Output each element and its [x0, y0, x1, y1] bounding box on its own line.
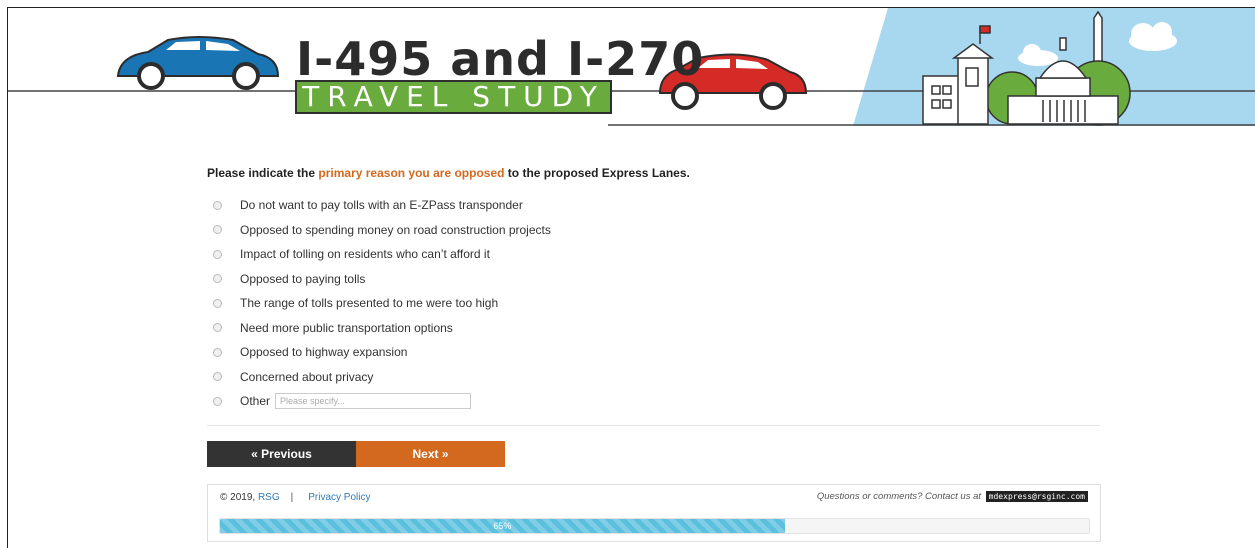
question-prefix: Please indicate the — [207, 166, 319, 180]
radio-button[interactable] — [213, 323, 222, 333]
question-suffix: to the proposed Express Lanes. — [504, 166, 690, 180]
option-label: Opposed to spending money on road constr… — [240, 222, 551, 237]
page-frame: I-495 and I-270 TRAVEL STUDY Please indi… — [7, 7, 1255, 548]
contact-email[interactable]: mdexpress@rsginc.com — [985, 491, 1088, 502]
option-row[interactable]: Impact of tolling on residents who can’t… — [213, 242, 551, 267]
other-label: Other — [240, 394, 271, 409]
study-subtitle: TRAVEL STUDY — [295, 80, 612, 114]
privacy-policy-link[interactable]: Privacy Policy — [308, 492, 370, 503]
question-text: Please indicate the primary reason you a… — [207, 166, 690, 180]
progress-bar-fill: 65% — [220, 519, 785, 533]
option-row[interactable]: Concerned about privacy — [213, 365, 551, 390]
footer-left: © 2019, RSG | Privacy Policy — [220, 492, 370, 503]
option-label: Impact of tolling on residents who can’t… — [240, 247, 490, 262]
radio-button[interactable] — [213, 372, 222, 382]
other-specify-input[interactable] — [275, 393, 472, 410]
footer: © 2019, RSG | Privacy Policy Questions or … — [207, 484, 1101, 542]
option-row-other[interactable]: Other — [213, 389, 551, 414]
option-label: The range of tolls presented to me were … — [240, 296, 499, 311]
answer-options: Do not want to pay tolls with an E-ZPass… — [213, 193, 551, 414]
option-row[interactable]: The range of tolls presented to me were … — [213, 291, 551, 316]
study-title: I-495 and I-270 — [296, 32, 705, 86]
rsg-link[interactable]: RSG — [258, 492, 280, 503]
next-button[interactable]: Next » — [356, 441, 505, 467]
question-highlight: primary reason you are opposed — [318, 166, 505, 180]
option-label: Opposed to highway expansion — [240, 345, 408, 360]
blue-car-icon — [116, 36, 280, 90]
option-row[interactable]: Opposed to spending money on road constr… — [213, 218, 551, 243]
option-row[interactable]: Need more public transportation options — [213, 316, 551, 341]
radio-button[interactable] — [213, 298, 222, 308]
option-label: Do not want to pay tolls with an E-ZPass… — [240, 198, 523, 213]
copyright-text: © 2019, — [220, 492, 258, 503]
radio-button[interactable] — [213, 274, 222, 284]
header-banner: I-495 and I-270 TRAVEL STUDY — [8, 8, 1255, 130]
contact-info: Questions or comments? Contact us at mde… — [817, 491, 1088, 502]
radio-button[interactable] — [213, 200, 222, 210]
footer-separator: | — [290, 492, 294, 503]
radio-button[interactable] — [213, 347, 222, 357]
radio-button[interactable] — [213, 396, 222, 406]
divider — [207, 425, 1100, 426]
option-label: Concerned about privacy — [240, 369, 374, 384]
contact-text: Questions or comments? Contact us at — [816, 491, 984, 502]
option-row[interactable]: Opposed to highway expansion — [213, 340, 551, 365]
previous-button[interactable]: « Previous — [207, 441, 356, 467]
option-label: Opposed to paying tolls — [240, 271, 366, 286]
option-row[interactable]: Do not want to pay tolls with an E-ZPass… — [213, 193, 551, 218]
progress-bar: 65% — [219, 518, 1090, 534]
option-label: Need more public transportation options — [240, 320, 453, 335]
radio-button[interactable] — [213, 249, 222, 259]
option-row[interactable]: Opposed to paying tolls — [213, 267, 551, 292]
radio-button[interactable] — [213, 225, 222, 235]
